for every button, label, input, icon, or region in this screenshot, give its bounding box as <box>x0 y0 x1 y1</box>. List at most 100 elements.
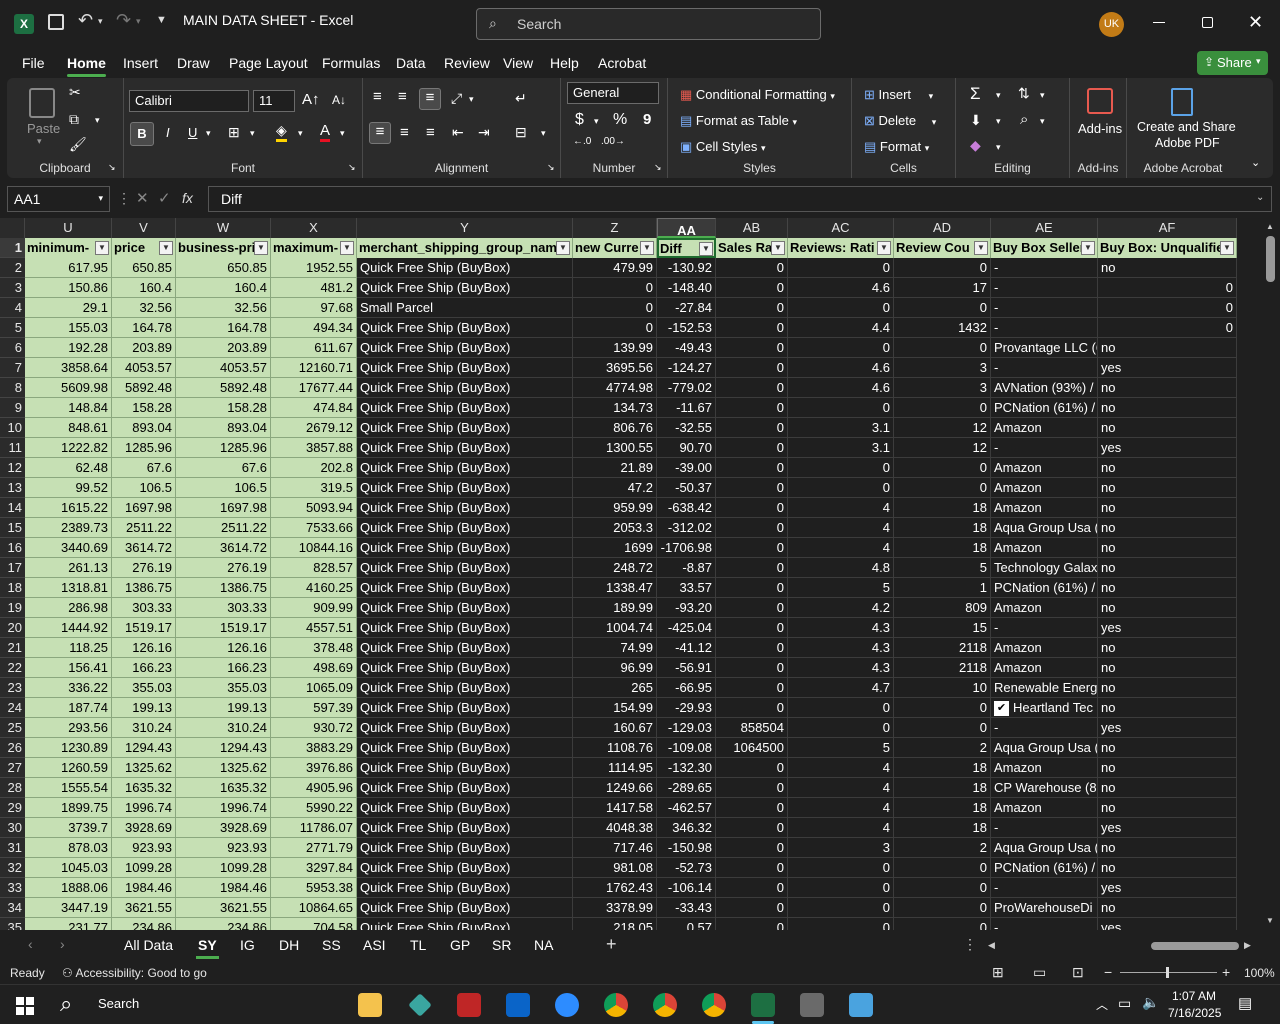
select-all-corner[interactable] <box>0 218 25 238</box>
row-header[interactable]: 31 <box>0 838 25 858</box>
table-cell[interactable]: 1615.22 <box>25 498 112 518</box>
table-cell[interactable]: 0 <box>716 418 788 438</box>
table-cell[interactable]: Provantage LLC (6 <box>991 338 1098 358</box>
table-cell[interactable]: -106.14 <box>657 878 716 898</box>
table-cell[interactable]: 1260.59 <box>25 758 112 778</box>
orientation-icon[interactable]: ⤢ <box>451 90 462 107</box>
table-cell[interactable]: 202.8 <box>271 458 357 478</box>
table-cell[interactable]: Quick Free Ship (BuyBox) <box>357 578 573 598</box>
table-cell[interactable]: yes <box>1098 618 1237 638</box>
table-cell[interactable]: 0 <box>716 358 788 378</box>
table-cell[interactable]: 0 <box>716 598 788 618</box>
table-cell[interactable]: 0 <box>716 438 788 458</box>
row-header[interactable]: 14 <box>0 498 25 518</box>
paste-dropdown-icon[interactable]: ▾ <box>37 136 42 147</box>
table-cell[interactable]: - <box>991 618 1098 638</box>
table-cell[interactable]: 0 <box>894 458 991 478</box>
table-cell[interactable]: -29.93 <box>657 698 716 718</box>
table-cell[interactable]: 5609.98 <box>25 378 112 398</box>
cut-icon[interactable]: ✂ <box>69 84 81 101</box>
table-cell[interactable]: 3928.69 <box>112 818 176 838</box>
autosum-icon[interactable]: Σ <box>970 84 981 104</box>
table-cell[interactable]: 806.76 <box>573 418 657 438</box>
table-cell[interactable]: 4 <box>788 798 894 818</box>
table-cell[interactable]: 0 <box>573 278 657 298</box>
table-cell[interactable]: -129.03 <box>657 718 716 738</box>
table-cell[interactable]: 1996.74 <box>112 798 176 818</box>
filter-dropdown-icon[interactable]: ▼ <box>1081 241 1095 255</box>
table-cell[interactable]: 0 <box>716 778 788 798</box>
hscroll-right-icon[interactable]: ▶ <box>1244 940 1251 951</box>
zoom-app-icon[interactable] <box>555 993 579 1017</box>
table-cell[interactable]: 276.19 <box>112 558 176 578</box>
table-cell[interactable]: 2511.22 <box>176 518 271 538</box>
table-cell[interactable]: 2 <box>894 838 991 858</box>
table-cell[interactable]: -425.04 <box>657 618 716 638</box>
table-cell[interactable]: 3614.72 <box>112 538 176 558</box>
table-cell[interactable]: 18 <box>894 798 991 818</box>
table-cell[interactable]: 828.57 <box>271 558 357 578</box>
taskbar-search-label[interactable]: Search <box>98 996 139 1011</box>
table-cell[interactable]: 5892.48 <box>176 378 271 398</box>
table-cell[interactable]: 0 <box>716 638 788 658</box>
table-cell[interactable]: 12 <box>894 438 991 458</box>
table-cell[interactable]: 3857.88 <box>271 438 357 458</box>
table-cell[interactable]: - <box>991 278 1098 298</box>
table-cell[interactable]: 248.72 <box>573 558 657 578</box>
table-cell[interactable]: 3378.99 <box>573 898 657 918</box>
table-cell[interactable]: no <box>1098 778 1237 798</box>
table-cell[interactable]: 18 <box>894 778 991 798</box>
table-cell[interactable]: 923.93 <box>176 838 271 858</box>
merge-center-icon[interactable]: ⊟ <box>515 124 527 141</box>
column-header-u[interactable]: U <box>25 218 112 238</box>
table-cell[interactable]: 150.86 <box>25 278 112 298</box>
header-cell[interactable]: maximum- ▼ <box>271 238 357 258</box>
table-cell[interactable]: 1984.46 <box>176 878 271 898</box>
table-cell[interactable]: 5093.94 <box>271 498 357 518</box>
sort-filter-dropdown-icon[interactable]: ▾ <box>1040 90 1045 101</box>
table-cell[interactable]: 1555.54 <box>25 778 112 798</box>
align-left-icon[interactable]: ≡ <box>369 122 391 144</box>
table-cell[interactable]: 878.03 <box>25 838 112 858</box>
tray-chevron-icon[interactable]: ︿ <box>1096 996 1108 1013</box>
clipboard-launcher-icon[interactable]: ↘ <box>108 162 116 173</box>
table-cell[interactable]: 203.89 <box>112 338 176 358</box>
table-cell[interactable]: 1064500 <box>716 738 788 758</box>
table-cell[interactable]: 0 <box>716 378 788 398</box>
table-cell[interactable]: - <box>991 918 1098 930</box>
underline-button[interactable]: U <box>188 125 197 140</box>
table-cell[interactable]: 199.13 <box>176 698 271 718</box>
sort-filter-icon[interactable]: ⇅ <box>1018 85 1030 102</box>
table-cell[interactable]: Quick Free Ship (BuyBox) <box>357 458 573 478</box>
table-cell[interactable]: AVNation (93%) / <box>991 378 1098 398</box>
percent-button[interactable]: % <box>613 111 627 129</box>
filter-dropdown-icon[interactable]: ▼ <box>640 241 654 255</box>
table-cell[interactable]: Quick Free Ship (BuyBox) <box>357 418 573 438</box>
table-cell[interactable]: 47.2 <box>573 478 657 498</box>
table-cell[interactable]: 67.6 <box>112 458 176 478</box>
table-cell[interactable]: 97.68 <box>271 298 357 318</box>
clear-icon[interactable]: ◆ <box>970 137 981 154</box>
row-header[interactable]: 12 <box>0 458 25 478</box>
filter-dropdown-icon[interactable]: ▼ <box>159 241 173 255</box>
table-cell[interactable]: 909.99 <box>271 598 357 618</box>
column-header-aa[interactable]: AA <box>657 218 716 238</box>
font-name-select[interactable]: Calibri <box>129 90 249 112</box>
volume-icon[interactable]: 🔈 <box>1142 994 1159 1011</box>
paste-icon[interactable] <box>29 88 55 118</box>
header-cell[interactable]: business-pri ▼ <box>176 238 271 258</box>
filter-dropdown-icon[interactable]: ▼ <box>340 241 354 255</box>
header-cell[interactable]: minimum- ▼ <box>25 238 112 258</box>
addins-button[interactable]: Add-ins <box>1078 121 1122 136</box>
table-cell[interactable]: CP Warehouse (8 <box>991 778 1098 798</box>
table-cell[interactable]: 1697.98 <box>176 498 271 518</box>
table-cell[interactable]: 0 <box>894 718 991 738</box>
table-cell[interactable]: 0 <box>716 878 788 898</box>
name-box[interactable]: AA1 ▾ <box>7 186 110 212</box>
table-cell[interactable]: - <box>991 818 1098 838</box>
calculator-icon[interactable] <box>800 993 824 1017</box>
table-cell[interactable]: 1325.62 <box>176 758 271 778</box>
table-cell[interactable]: 234.86 <box>176 918 271 930</box>
taskbar-search-icon[interactable]: ⌕ <box>60 991 72 1017</box>
table-cell[interactable]: 33.57 <box>657 578 716 598</box>
